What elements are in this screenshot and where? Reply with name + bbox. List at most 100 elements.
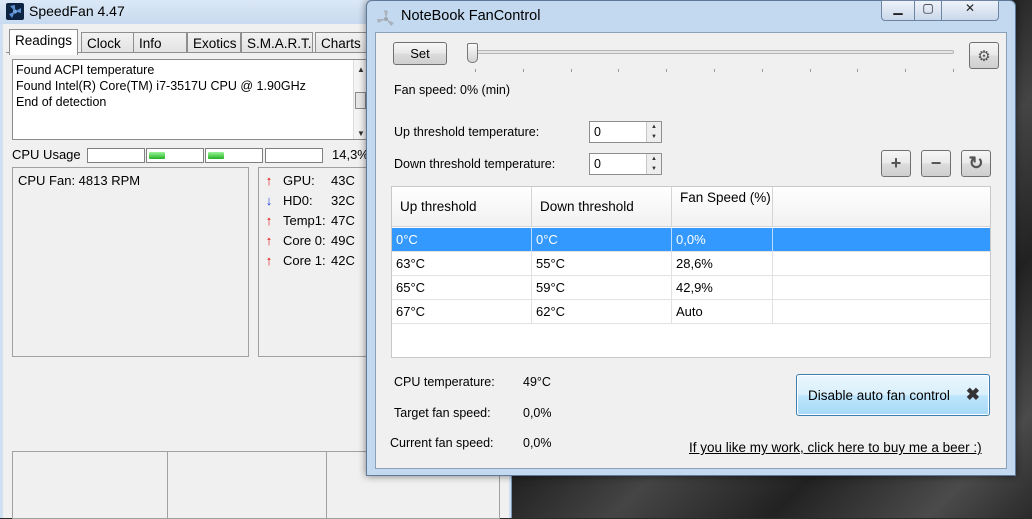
tab-clock[interactable]: Clock <box>81 32 135 54</box>
maximize-icon: ▢ <box>922 1 934 15</box>
down-threshold-value: 0 <box>594 157 601 171</box>
fan-speeds-box: CPU Fan: 4813 RPM <box>12 167 249 357</box>
spin-down-icon[interactable]: ▼ <box>647 164 661 174</box>
tab-label: Readings <box>15 33 73 48</box>
slider-tick <box>618 69 620 72</box>
detection-log[interactable]: Found ACPI temperature Found Intel(R) Co… <box>12 59 368 140</box>
fan-speed-slider-thumb[interactable] <box>467 43 478 63</box>
arrow-up-icon: ↑ <box>265 213 273 228</box>
scroll-thumb[interactable] <box>355 92 366 109</box>
minimize-button[interactable]: ▁ <box>881 0 915 21</box>
spin-up-icon[interactable]: ▲ <box>647 154 661 164</box>
speedfan-title: SpeedFan 4.47 <box>29 3 125 19</box>
tab-info[interactable]: Info <box>133 32 187 54</box>
temp-label: Temp1: <box>283 213 326 228</box>
table-header: Up threshold Down threshold Fan Speed (%… <box>392 187 990 227</box>
temp-value: 47C <box>331 213 355 228</box>
table-cell: 28,6% <box>672 252 773 276</box>
column-header-up[interactable]: Up threshold <box>392 187 532 227</box>
nbfc-title: NoteBook FanControl <box>401 8 541 24</box>
temp-label: Core 1: <box>283 253 326 268</box>
table-cell: 59°C <box>532 276 672 300</box>
disable-auto-fan-control-button[interactable]: Disable auto fan control ✖ <box>796 374 990 416</box>
cpu-usage-percent: 14,3% <box>332 147 369 162</box>
slider-tick <box>475 69 476 72</box>
remove-threshold-button[interactable]: − <box>921 150 951 177</box>
cpu-temperature-label: CPU temperature: <box>394 375 495 389</box>
table-cell: 63°C <box>392 252 532 276</box>
nbfc-fan-icon <box>377 10 394 26</box>
temp-value: 49C <box>331 233 355 248</box>
close-button[interactable]: ✕ <box>941 0 999 21</box>
slider-tick <box>714 69 715 72</box>
tab-smart[interactable]: S.M.A.R.T. <box>241 32 313 54</box>
table-row[interactable]: 63°C 55°C 28,6% <box>392 252 990 276</box>
cpu-usage-label: CPU Usage <box>12 147 81 162</box>
log-line: End of detection <box>16 95 107 109</box>
column-header-down[interactable]: Down threshold <box>532 187 672 227</box>
current-fan-speed-label: Current fan speed: <box>390 436 494 450</box>
table-row[interactable]: 65°C 59°C 42,9% <box>392 276 990 300</box>
tab-readings[interactable]: Readings <box>9 29 79 55</box>
maximize-button[interactable]: ▢ <box>914 0 942 21</box>
spin-buttons: ▲ ▼ <box>646 122 661 142</box>
close-icon: ✕ <box>964 1 976 15</box>
scroll-up-icon[interactable]: ▲ <box>357 62 365 78</box>
table-row[interactable]: 67°C 62°C Auto <box>392 300 990 324</box>
temperatures-box: ↑ GPU: 43C ↓ HD0: 32C ↑ Temp1: 47C ↑ Cor… <box>258 167 368 357</box>
arrow-down-icon: ↓ <box>265 193 273 208</box>
scroll-down-icon[interactable]: ▼ <box>357 126 365 142</box>
spin-up-icon[interactable]: ▲ <box>647 122 661 132</box>
tab-label: Charts <box>321 36 361 51</box>
speedfan-fan-icon <box>6 3 24 20</box>
threshold-table[interactable]: Up threshold Down threshold Fan Speed (%… <box>391 186 991 358</box>
nbfc-body: Set ⚙ Fan speed: 0% (min) Up threshold t… <box>375 32 1007 469</box>
close-x-icon: ✖ <box>965 385 980 404</box>
log-line: Found ACPI temperature <box>16 63 155 77</box>
target-fan-speed-value: 0,0% <box>523 406 552 420</box>
table-cell: 0,0% <box>672 228 773 252</box>
cpu-core-bar <box>87 148 145 163</box>
log-scrollbar[interactable]: ▲ ▼ <box>353 60 367 139</box>
fan-reading: CPU Fan: 4813 RPM <box>18 173 141 188</box>
buy-me-a-beer-link[interactable]: If you like my work, click here to buy m… <box>689 440 982 455</box>
bottom-panel-cell <box>13 452 168 518</box>
log-line: Found Intel(R) Core(TM) i7-3517U CPU @ 1… <box>16 79 306 93</box>
spin-down-icon[interactable]: ▼ <box>647 132 661 142</box>
spin-buttons: ▲ ▼ <box>646 154 661 174</box>
reset-thresholds-button[interactable]: ↻ <box>961 150 991 177</box>
down-threshold-label: Down threshold temperature: <box>394 157 556 171</box>
tab-exotics[interactable]: Exotics <box>187 32 241 54</box>
cpu-core-bar-fill <box>208 152 224 159</box>
arrow-up-icon: ↑ <box>265 253 273 268</box>
cpu-core-bar-fill <box>149 152 165 159</box>
table-cell: 65°C <box>392 276 532 300</box>
cpu-temperature-value: 49°C <box>523 375 551 389</box>
refresh-icon: ↻ <box>968 153 984 173</box>
temp-value: 43C <box>331 173 355 188</box>
cpu-core-bar <box>146 148 204 163</box>
slider-tick <box>905 69 907 72</box>
cpu-core-bar <box>205 148 263 163</box>
column-header-fan-speed[interactable]: Fan Speed (%) <box>672 187 773 227</box>
disable-button-label: Disable auto fan control <box>808 388 950 403</box>
set-button[interactable]: Set <box>393 42 447 65</box>
slider-tick <box>522 69 524 72</box>
target-fan-speed-label: Target fan speed: <box>394 406 491 420</box>
tab-label: S.M.A.R.T. <box>247 36 312 51</box>
slider-tick <box>857 69 859 72</box>
temp-label: Core 0: <box>283 233 326 248</box>
table-cell: 62°C <box>532 300 672 324</box>
temp-label: GPU: <box>283 173 315 188</box>
up-threshold-input[interactable]: 0 ▲ ▼ <box>589 121 662 143</box>
table-row[interactable]: 0°C 0°C 0,0% <box>392 228 990 252</box>
add-threshold-button[interactable]: + <box>881 150 911 177</box>
tab-charts[interactable]: Charts <box>315 32 367 54</box>
tab-label: Exotics <box>193 36 237 51</box>
down-threshold-input[interactable]: 0 ▲ ▼ <box>589 153 662 175</box>
table-cell: 0°C <box>392 228 532 252</box>
table-cell: 67°C <box>392 300 532 324</box>
fan-speed-slider[interactable] <box>474 50 954 54</box>
table-cell: 55°C <box>532 252 672 276</box>
settings-button[interactable]: ⚙ <box>969 42 999 69</box>
